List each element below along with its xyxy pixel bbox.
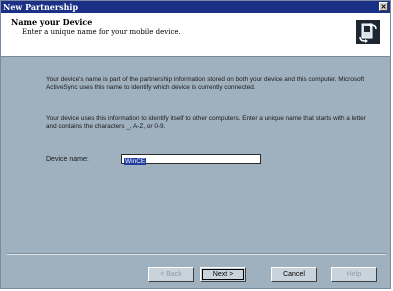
wizard-header: Name your Device Enter a unique name for… [1, 13, 390, 57]
new-partnership-dialog: New Partnership ✕ Name your Device Enter… [0, 0, 391, 289]
back-button[interactable]: < Back [148, 267, 194, 282]
close-button[interactable]: ✕ [379, 2, 388, 11]
device-name-label: Device name: [46, 156, 89, 163]
help-button[interactable]: Help [331, 267, 377, 282]
window-title: New Partnership [3, 2, 79, 12]
device-sync-icon [356, 20, 380, 44]
title-bar[interactable]: New Partnership ✕ [1, 1, 390, 13]
cancel-button[interactable]: Cancel [271, 267, 317, 282]
header-title: Name your Device [11, 17, 93, 27]
device-name-value: WinCE [124, 158, 147, 165]
info-paragraph-unique-name: Your device uses this information to ide… [46, 115, 366, 130]
separator [7, 253, 386, 255]
info-paragraph-partnership: Your device's name is part of the partne… [46, 76, 365, 91]
header-subtitle: Enter a unique name for your mobile devi… [22, 28, 181, 36]
next-button[interactable]: Next > [200, 267, 246, 282]
close-icon: ✕ [380, 2, 387, 11]
device-name-field[interactable]: WinCE [121, 154, 261, 165]
